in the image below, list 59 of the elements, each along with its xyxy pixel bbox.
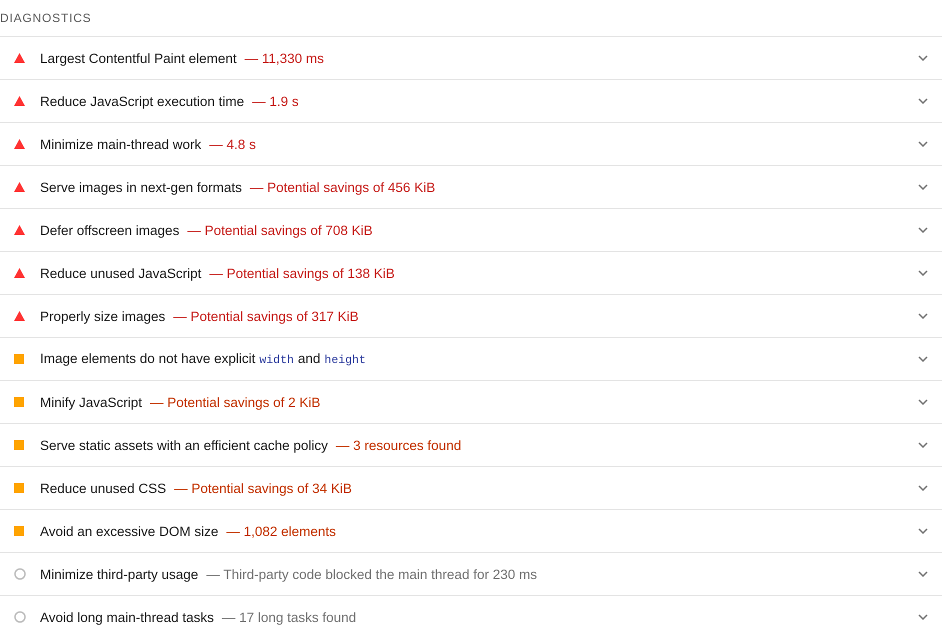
chevron-down-icon[interactable] <box>918 55 928 61</box>
code-text: width <box>259 354 294 367</box>
audit-value: — 3 resources found <box>336 438 462 452</box>
audit-title: Serve static assets with an efficient cache policy <box>40 438 328 452</box>
audit-title: Serve images in next-gen formats <box>40 180 242 194</box>
audit-value: — 17 long tasks found <box>222 610 356 624</box>
audit-value: — Potential savings of 2 KiB <box>150 394 320 410</box>
audit-title: Avoid an excessive DOM size <box>40 524 218 538</box>
audit-title: Largest Contentful Paint element <box>40 50 237 66</box>
audit-title: Image elements do not have explicit <box>40 351 256 366</box>
audit-value: — Third-party code blocked the main thread for 230 ms <box>206 566 537 582</box>
audit-row[interactable]: Avoid an excessive DOM size — 1,082 elements <box>0 510 942 553</box>
audit-row[interactable]: Reduce unused JavaScript — Potential savings of 138 KiB <box>0 252 942 295</box>
audit-row[interactable]: Reduce unused CSS — Potential savings of 34 KiB <box>0 467 942 510</box>
chevron-down-icon[interactable] <box>918 485 928 491</box>
audit-value: — Potential savings of 138 KiB <box>209 266 395 280</box>
audit-title: Reduce JavaScript execution time <box>40 94 244 108</box>
audit-row[interactable]: Minimize main-thread work — 4.8 s <box>0 123 942 166</box>
audit-title: and <box>298 351 320 366</box>
chevron-down-icon[interactable] <box>918 442 928 448</box>
audit-row[interactable]: Image elements do not have explicit width and height <box>0 338 942 381</box>
audit-title: Minimize main-thread work <box>40 136 202 152</box>
chevron-down-icon[interactable] <box>918 614 928 620</box>
chevron-down-icon[interactable] <box>918 571 928 577</box>
audit-row[interactable]: Serve images in next-gen formats — Potential savings of 456 KiB <box>0 166 942 209</box>
audit-title: Properly size images <box>40 308 166 324</box>
chevron-down-icon[interactable] <box>918 227 928 233</box>
audit-title: Minimize third-party usage <box>40 566 198 582</box>
audit-value: — Potential savings of 708 KiB <box>187 222 373 238</box>
audit-row[interactable]: Largest Contentful Paint element — 11,330 ms <box>0 37 942 80</box>
audit-row[interactable]: Minimize third-party usage — Third-party code blocked the main thread for 230 ms <box>0 553 942 596</box>
chevron-down-icon[interactable] <box>918 313 928 319</box>
audit-value: — 1.9 s <box>252 94 299 108</box>
chevron-down-icon[interactable] <box>918 399 928 405</box>
audit-row[interactable]: Reduce JavaScript execution time — 1.9 s <box>0 80 942 123</box>
audit-title: Minify JavaScript <box>40 394 142 410</box>
section-title: DIAGNOSTICS <box>0 0 942 37</box>
audit-title: Reduce unused CSS <box>40 480 166 496</box>
code-text: height <box>324 354 366 367</box>
audit-value: — 11,330 ms <box>244 50 324 66</box>
audit-value: — 4.8 s <box>209 136 256 152</box>
audit-row[interactable]: Avoid long main-thread tasks — 17 long tasks found <box>0 596 942 629</box>
chevron-down-icon[interactable] <box>918 184 928 190</box>
audit-row[interactable]: Properly size images — Potential savings of 317 KiB <box>0 295 942 338</box>
chevron-down-icon[interactable] <box>918 98 928 104</box>
audit-title: Avoid long main-thread tasks <box>40 610 214 624</box>
audit-value: — Potential savings of 317 KiB <box>173 308 359 324</box>
audit-value: — Potential savings of 456 KiB <box>250 180 436 194</box>
chevron-down-icon[interactable] <box>918 356 928 362</box>
audit-value: — 1,082 elements <box>226 524 336 538</box>
audit-title: Defer offscreen images <box>40 222 180 238</box>
chevron-down-icon[interactable] <box>918 528 928 534</box>
audit-row[interactable]: Minify JavaScript — Potential savings of 2 KiB <box>0 381 942 424</box>
audit-row[interactable]: Defer offscreen images — Potential savings of 708 KiB <box>0 209 942 252</box>
audit-value: — Potential savings of 34 KiB <box>174 480 352 496</box>
chevron-down-icon[interactable] <box>918 270 928 276</box>
audit-title: Reduce unused JavaScript <box>40 266 202 280</box>
chevron-down-icon[interactable] <box>918 141 928 147</box>
audit-row[interactable]: Serve static assets with an efficient cache policy — 3 resources found <box>0 424 942 467</box>
